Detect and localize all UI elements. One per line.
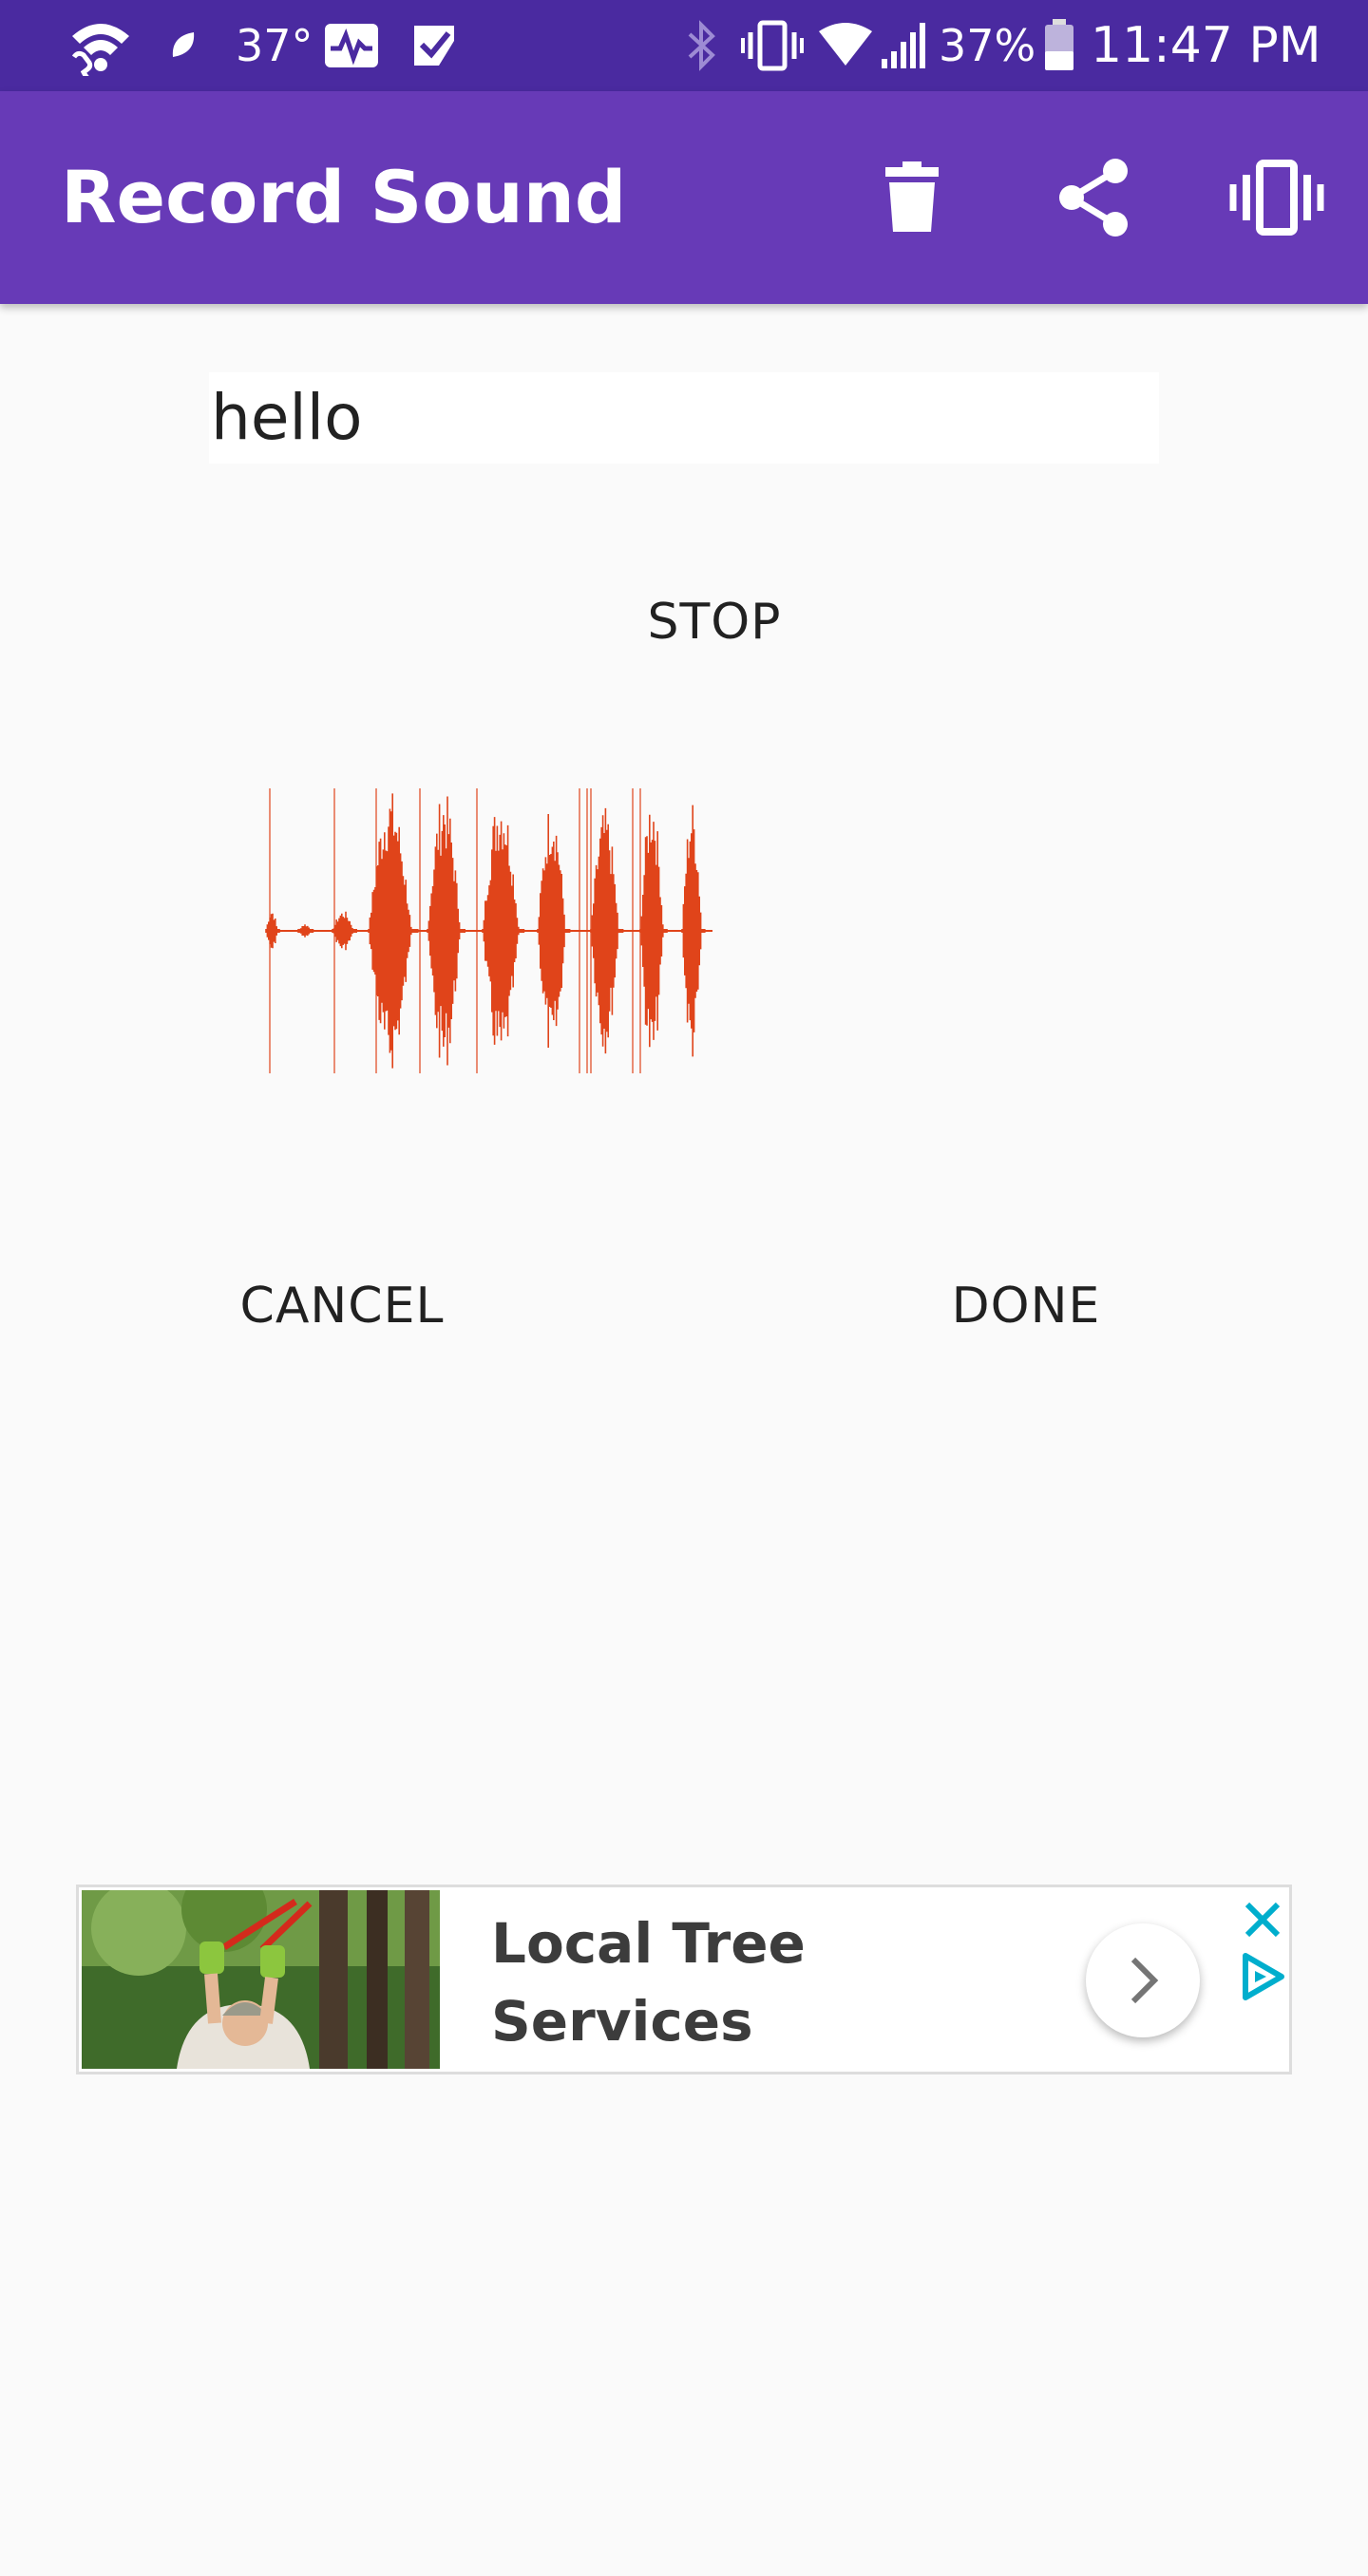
sound-name-input[interactable] <box>209 372 1159 464</box>
wifi-signal-icon <box>817 0 874 91</box>
battery-icon <box>1043 0 1075 91</box>
ad-title[interactable]: Local Tree Services <box>491 1904 985 2060</box>
ad-close-button[interactable] <box>1240 1897 1285 1942</box>
battery-percent-text: 37% <box>939 20 1036 71</box>
delete-icon <box>885 161 939 232</box>
leaf-icon <box>169 0 198 91</box>
vibrate-button[interactable] <box>1222 142 1332 253</box>
share-button[interactable] <box>1039 142 1150 253</box>
delete-button[interactable] <box>857 142 967 253</box>
ad-choices-button[interactable] <box>1238 1952 1287 2001</box>
app-bar: Record Sound <box>0 91 1368 304</box>
vibrate-icon <box>1229 160 1324 236</box>
chevron-right-icon <box>1130 1957 1159 2004</box>
share-icon <box>1059 159 1128 237</box>
temperature-text: 37° <box>236 20 314 71</box>
bluetooth-icon <box>686 0 718 91</box>
status-bar: 37° 37% 11:47 PM <box>0 0 1368 91</box>
health-monitor-icon <box>323 0 380 91</box>
ad-image[interactable] <box>82 1890 440 2069</box>
stop-button[interactable]: STOP <box>589 579 840 665</box>
waveform <box>265 788 712 1073</box>
clock-text: 11:47 PM <box>1091 17 1321 74</box>
ad-title-line-1: Local Tree <box>491 1911 806 1976</box>
ad-title-line-2: Services <box>491 1989 753 2054</box>
ad-banner[interactable]: Local Tree Services <box>76 1885 1292 2074</box>
close-icon <box>1244 1902 1281 1938</box>
vibrate-status-icon <box>741 0 804 91</box>
ad-open-button[interactable] <box>1086 1923 1200 2037</box>
task-check-icon <box>410 0 458 91</box>
cell-signal-icon <box>880 0 931 91</box>
done-button[interactable]: DONE <box>912 1263 1140 1349</box>
wifi-calling-icon <box>66 0 135 91</box>
ad-choices-icon <box>1243 1953 1284 2000</box>
page-title: Record Sound <box>61 155 627 239</box>
cancel-button[interactable]: CANCEL <box>209 1263 475 1349</box>
